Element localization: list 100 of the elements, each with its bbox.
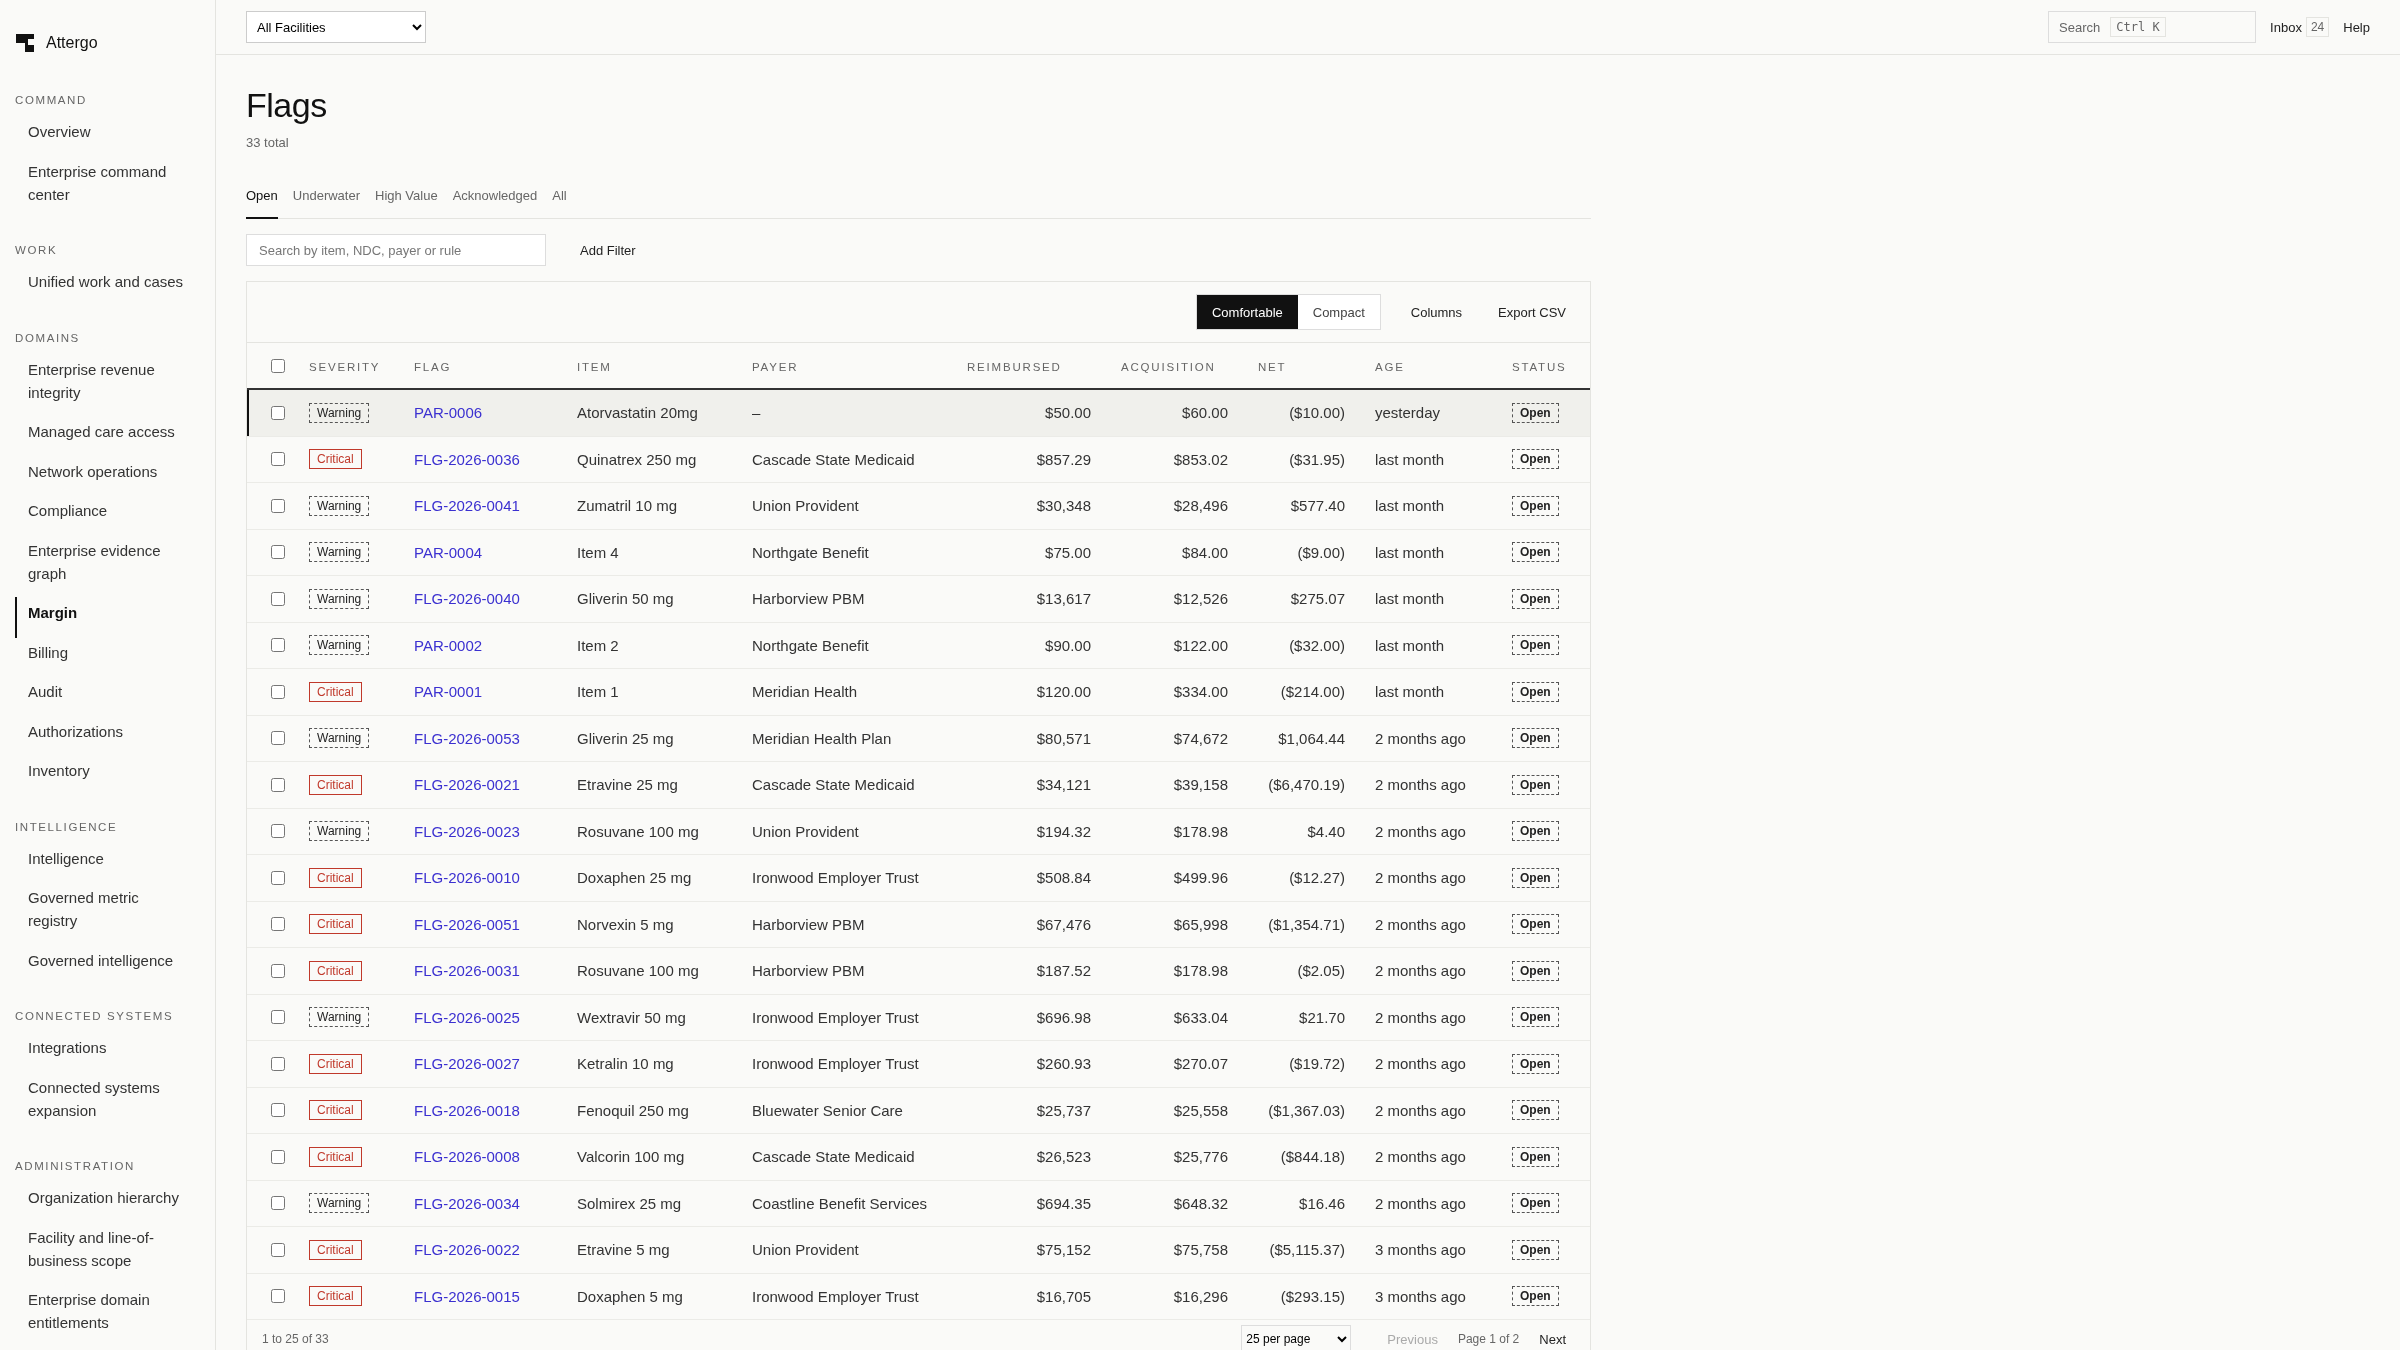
sidebar-item[interactable]: Enterprise evidence graph <box>15 534 215 598</box>
table-cell: $275.07 <box>1290 590 1345 608</box>
flag-link[interactable]: FLG-2026-0008 <box>414 1148 520 1166</box>
section-heading: INTELLIGENCE <box>14 820 119 833</box>
flag-link[interactable]: FLG-2026-0015 <box>414 1287 520 1305</box>
table-cell: $194.32 <box>1036 822 1091 840</box>
shortcut-key: Ctrl K <box>2110 17 2166 37</box>
row-checkbox[interactable] <box>271 870 285 885</box>
sidebar-item[interactable]: Connected systems expansion <box>15 1071 215 1135</box>
flag-link[interactable]: FLG-2026-0018 <box>414 1101 520 1119</box>
table-cell: ($844.18) <box>1280 1148 1345 1166</box>
search-field[interactable]: Search by item, NDC, payer or rule <box>246 234 546 266</box>
export-button[interactable]: Export CSV <box>1492 300 1572 324</box>
row-checkbox[interactable] <box>271 1242 285 1257</box>
row-checkbox[interactable] <box>271 1010 285 1025</box>
sidebar-item[interactable]: Governed metric registry <box>15 882 215 946</box>
sidebar-item[interactable]: Network operations <box>15 455 215 496</box>
severity-badge: Critical <box>309 1053 362 1074</box>
select-all-checkbox[interactable] <box>271 358 285 373</box>
flag-link[interactable]: FLG-2026-0027 <box>414 1055 520 1073</box>
sidebar-item[interactable]: Compliance <box>15 495 215 536</box>
sidebar-item[interactable]: Inventory <box>15 755 215 796</box>
flag-link[interactable]: FLG-2026-0034 <box>414 1194 520 1212</box>
sidebar-item[interactable]: Audit <box>15 676 215 717</box>
flag-link[interactable]: FLG-2026-0010 <box>414 869 520 887</box>
row-checkbox[interactable] <box>271 452 285 467</box>
sidebar-item[interactable]: Organization hierarchy <box>15 1182 215 1223</box>
table-cell: $50.00 <box>1045 404 1091 422</box>
tab[interactable]: High Value <box>375 188 438 219</box>
sidebar-item[interactable]: Intelligence <box>15 842 215 883</box>
flag-link[interactable]: FLG-2026-0036 <box>414 450 520 468</box>
flag-link[interactable]: FLG-2026-0023 <box>414 822 520 840</box>
density-option[interactable]: Compact <box>1297 295 1380 329</box>
table-cell: Wextravir 50 mg <box>577 1008 686 1026</box>
table-cell: $16,296 <box>1173 1287 1228 1305</box>
flag-link[interactable]: FLG-2026-0051 <box>414 915 520 933</box>
sidebar-item[interactable]: Unified work and cases <box>15 266 215 307</box>
sidebar-item[interactable]: Governed intelligence <box>15 944 215 985</box>
row-checkbox[interactable] <box>271 917 285 932</box>
sidebar-item[interactable]: Enterprise revenue integrity <box>15 353 215 417</box>
sidebar-item[interactable]: Managed care access <box>15 416 215 457</box>
flag-link[interactable]: FLG-2026-0031 <box>414 962 520 980</box>
sidebar-item[interactable]: Facility and line-of-business scope <box>15 1221 215 1285</box>
flag-link[interactable]: FLG-2026-0025 <box>414 1008 520 1026</box>
tab[interactable]: Acknowledged <box>452 188 538 219</box>
facility-select[interactable]: All Facilities <box>246 11 426 43</box>
flag-link[interactable]: FLG-2026-0021 <box>414 776 520 794</box>
search-field[interactable]: Search Ctrl K <box>2048 11 2257 43</box>
row-checkbox[interactable] <box>271 405 285 420</box>
columns-button[interactable]: Columns <box>1404 300 1469 324</box>
row-checkbox[interactable] <box>271 777 285 792</box>
flag-link[interactable]: FLG-2026-0053 <box>414 729 520 747</box>
table-cell: 2 months ago <box>1375 776 1466 794</box>
column-header: ITEM <box>577 361 612 373</box>
row-checkbox[interactable] <box>271 591 285 606</box>
table-cell: $187.52 <box>1036 962 1091 980</box>
row-checkbox[interactable] <box>271 1196 285 1211</box>
table-cell: Cascade State Medicaid <box>752 1148 915 1166</box>
next-button[interactable]: Next <box>1533 1327 1572 1350</box>
flag-link[interactable]: FLG-2026-0022 <box>414 1241 520 1259</box>
row-checkbox[interactable] <box>271 498 285 513</box>
sidebar-item[interactable]: Integrations <box>15 1032 215 1073</box>
row-checkbox[interactable] <box>271 1103 285 1118</box>
sidebar-item[interactable]: Enterprise domain entitlements <box>15 1284 215 1348</box>
status-badge: Open <box>1512 1239 1559 1260</box>
row-checkbox[interactable] <box>271 1056 285 1071</box>
sidebar-item[interactable]: Enterprise command center <box>15 155 215 219</box>
row-checkbox[interactable] <box>271 638 285 653</box>
row-checkbox[interactable] <box>271 1149 285 1164</box>
sidebar-item[interactable]: Overview <box>15 116 215 157</box>
row-checkbox[interactable] <box>271 824 285 839</box>
add-filter-button[interactable]: Add Filter <box>574 238 642 262</box>
flag-link[interactable]: FLG-2026-0040 <box>414 590 520 608</box>
status-badge: Open <box>1512 914 1559 935</box>
flag-link[interactable]: PAR-0004 <box>414 543 483 561</box>
table-cell: $4.40 <box>1307 822 1345 840</box>
inbox-link[interactable]: Inbox <box>2270 19 2302 35</box>
tab[interactable]: Open <box>246 188 278 219</box>
flag-link[interactable]: PAR-0002 <box>414 636 483 654</box>
flag-link[interactable]: PAR-0001 <box>414 683 483 701</box>
tab[interactable]: Underwater <box>292 188 360 219</box>
sidebar-item[interactable]: Authorizations <box>15 715 215 756</box>
density-option[interactable]: Comfortable <box>1196 295 1298 329</box>
help-link[interactable]: Help <box>2343 19 2370 35</box>
row-checkbox[interactable] <box>271 545 285 560</box>
row-checkbox[interactable] <box>271 684 285 699</box>
tab[interactable]: All <box>552 188 567 219</box>
row-checkbox[interactable] <box>271 731 285 746</box>
section-heading: CONNECTED SYSTEMS <box>14 1010 175 1022</box>
table-cell: $122.00 <box>1173 636 1228 654</box>
table-cell: ($5,115.37) <box>1269 1241 1345 1259</box>
flag-link[interactable]: PAR-0006 <box>414 404 483 422</box>
table-cell: ($6,470.19) <box>1268 776 1345 794</box>
row-checkbox[interactable] <box>271 1289 285 1304</box>
flag-link[interactable]: FLG-2026-0041 <box>414 497 520 515</box>
row-checkbox[interactable] <box>271 963 285 978</box>
table-cell: $80,571 <box>1036 729 1091 747</box>
sidebar-item[interactable]: Billing <box>15 636 215 677</box>
per-page-select[interactable]: 25 per page <box>1241 1325 1352 1350</box>
sidebar-item[interactable]: Margin <box>15 597 215 638</box>
